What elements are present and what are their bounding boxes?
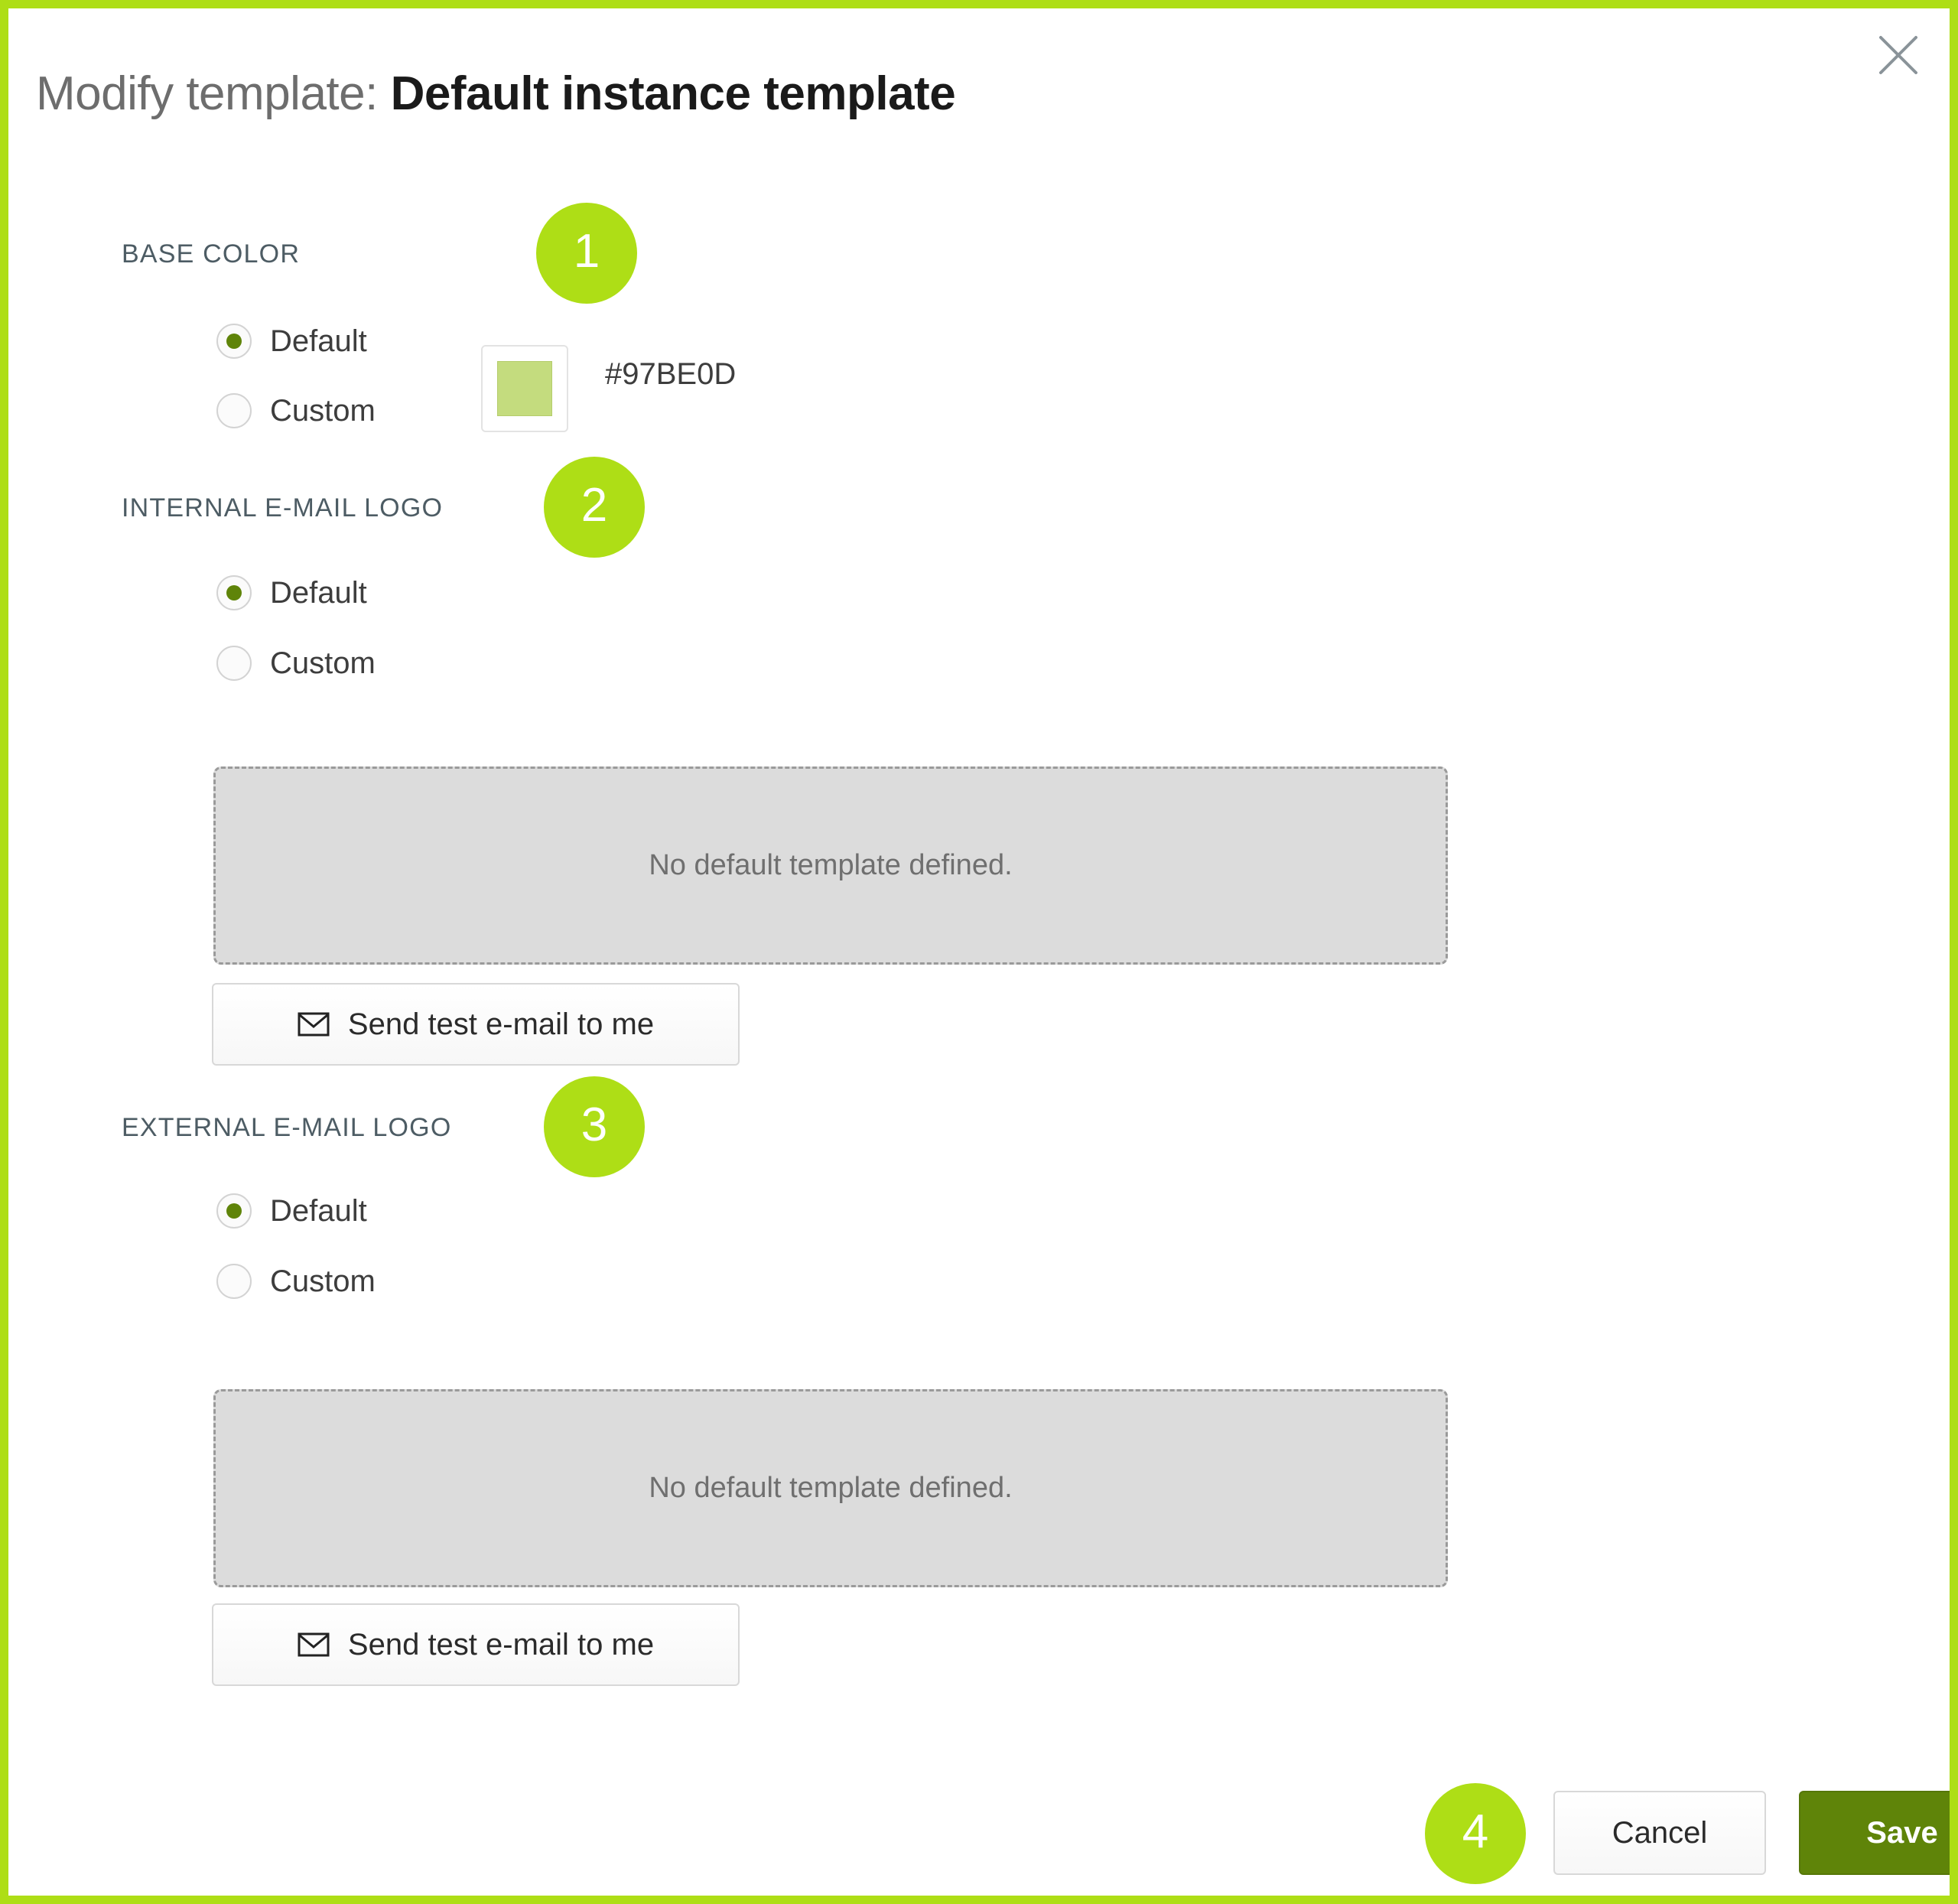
radio-label: Custom [270,646,376,680]
send-test-email-internal-button[interactable]: Send test e-mail to me [212,983,740,1066]
step-badge-4: 4 [1425,1783,1526,1884]
section-label-external-email-logo: EXTERNAL E-MAIL LOGO [122,1113,452,1142]
button-label: Cancel [1612,1815,1708,1850]
radio-external-logo-custom[interactable]: Custom [216,1264,376,1299]
radio-label: Custom [270,393,376,428]
button-label: Save [1866,1815,1938,1850]
radio-indicator [216,646,252,681]
modify-template-dialog: Modify template: Default instance templa… [8,8,1950,1896]
title-template-name: Default instance template [390,67,956,120]
radio-indicator [216,324,252,359]
highlight-frame: Modify template: Default instance templa… [0,0,1958,1904]
section-label-base-color: BASE COLOR [122,239,301,269]
color-hex-value: #97BE0D [605,357,737,391]
page-title: Modify template: Default instance templa… [36,67,956,120]
radio-external-logo-default[interactable]: Default [216,1193,367,1229]
radio-base-color-custom[interactable]: Custom [216,393,376,428]
button-label: Send test e-mail to me [347,1627,655,1662]
preview-empty-text: No default template defined. [649,1472,1013,1504]
color-swatch [497,361,552,416]
radio-indicator [216,1264,252,1299]
radio-indicator [216,1193,252,1229]
external-logo-preview-panel: No default template defined. [213,1389,1448,1587]
step-badge-1: 1 [536,203,637,304]
envelope-icon [298,1632,330,1657]
send-test-email-external-button[interactable]: Send test e-mail to me [212,1603,740,1686]
radio-indicator [216,575,252,610]
step-badge-3: 3 [544,1076,645,1177]
title-prefix: Modify template: [36,67,378,120]
close-icon[interactable] [1865,22,1931,88]
radio-internal-logo-custom[interactable]: Custom [216,646,376,681]
radio-label: Default [270,324,367,358]
radio-indicator [216,393,252,428]
cancel-button[interactable]: Cancel [1553,1791,1766,1875]
radio-label: Default [270,575,367,610]
button-label: Send test e-mail to me [347,1007,655,1041]
save-button[interactable]: Save [1799,1791,1950,1875]
color-swatch-button[interactable] [481,345,568,432]
step-badge-2: 2 [544,457,645,558]
radio-internal-logo-default[interactable]: Default [216,575,367,610]
radio-base-color-default[interactable]: Default [216,324,367,359]
preview-empty-text: No default template defined. [649,849,1013,881]
envelope-icon [298,1012,330,1037]
radio-label: Default [270,1193,367,1228]
section-label-internal-email-logo: INTERNAL E-MAIL LOGO [122,493,444,522]
internal-logo-preview-panel: No default template defined. [213,766,1448,965]
radio-label: Custom [270,1264,376,1298]
